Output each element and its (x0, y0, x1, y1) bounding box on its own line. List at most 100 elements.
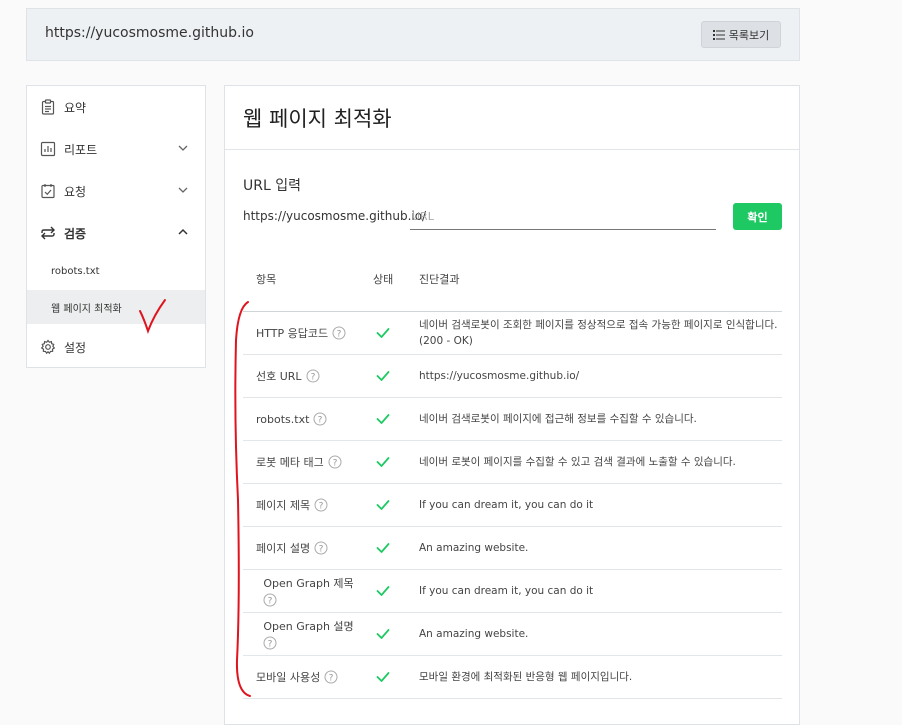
row-item-cell: 선호 URL? (256, 355, 361, 397)
url-input[interactable] (410, 203, 716, 230)
table-row: 페이지 제목? If you can dream it, you can do i… (243, 484, 782, 527)
site-header: https://yucosmosme.github.io 목록보기 (26, 8, 800, 61)
row-item-label: HTTP 응답코드 (256, 327, 329, 340)
sidebar-item-label: 요약 (64, 100, 87, 115)
sidebar-item-request[interactable]: 요청 (27, 170, 205, 212)
column-header-status: 상태 (373, 273, 394, 286)
row-result: If you can dream it, you can do it (419, 498, 594, 511)
divider (225, 149, 799, 150)
row-result: If you can dream it, you can do it (419, 584, 594, 597)
help-icon[interactable]: ? (313, 412, 327, 426)
row-item-label: 페이지 제목 (256, 499, 311, 512)
help-icon[interactable]: ? (332, 326, 346, 340)
sidebar-item-label: 검증 (64, 226, 87, 241)
status-check-icon (376, 656, 390, 698)
table-row: 모바일 사용성? 모바일 환경에 최적화된 반응형 웹 페이지입니다. (243, 656, 782, 699)
sidebar-item-label: 설정 (64, 340, 87, 355)
chevron-down-icon[interactable] (177, 142, 189, 154)
status-check-icon (376, 613, 390, 655)
row-result: 네이버 로봇이 페이지를 수집할 수 있고 검색 결과에 노출할 수 있습니다. (419, 455, 736, 468)
bar-chart-icon (40, 141, 56, 157)
row-item-cell: robots.txt? (256, 398, 361, 440)
svg-text:?: ? (268, 639, 273, 649)
status-check-icon (376, 312, 390, 354)
help-icon[interactable]: ? (324, 670, 338, 684)
checklist-icon (40, 183, 56, 199)
status-check-icon (376, 441, 390, 483)
row-item-label: 선호 URL (256, 370, 302, 383)
row-result: An amazing website. (419, 627, 529, 640)
annotation-checkmark (139, 299, 166, 334)
main-panel: 웹 페이지 최적화 URL 입력 https://yucosmosme.gith… (224, 85, 800, 725)
row-item-label: 페이지 설명 (256, 542, 311, 555)
status-check-icon (376, 570, 390, 612)
svg-text:?: ? (319, 501, 324, 511)
row-result: https://yucosmosme.github.io/ (419, 369, 580, 382)
row-result: An amazing website. (419, 541, 529, 554)
sidebar-subitem-label: 웹 페이지 최적화 (51, 303, 122, 315)
chevron-up-icon[interactable] (177, 226, 189, 238)
table-row: Open Graph 제목? If you can dream it, you c… (243, 570, 782, 613)
annotation-bracket (234, 301, 251, 697)
row-item-cell: 페이지 제목? (256, 484, 361, 526)
sidebar-subitem-label: robots.txt (51, 265, 100, 277)
site-url: https://yucosmosme.github.io (45, 25, 254, 41)
sidebar-item-report[interactable]: 리포트 (27, 128, 205, 170)
help-icon[interactable]: ? (328, 455, 342, 469)
svg-text:?: ? (329, 673, 334, 683)
status-check-icon (376, 527, 390, 569)
url-prefix: https://yucosmosme.github.io/ (243, 209, 427, 223)
table-row: 페이지 설명? An amazing website. (243, 527, 782, 570)
sidebar-subitem-robots[interactable]: robots.txt (27, 254, 205, 288)
list-icon (712, 29, 725, 40)
sidebar-item-verify[interactable]: 검증 (27, 212, 205, 254)
table-row: 로봇 메타 태그? 네이버 로봇이 페이지를 수집할 수 있고 검색 결과에 노출… (243, 441, 782, 484)
help-icon[interactable]: ? (263, 636, 277, 650)
column-header-result: 진단결과 (419, 273, 460, 286)
row-item-label: 로봇 메타 태그 (256, 456, 324, 469)
svg-text:?: ? (332, 458, 337, 468)
row-item-label: Open Graph 제목 (263, 577, 354, 590)
svg-text:?: ? (337, 329, 342, 339)
row-item-label: robots.txt (256, 412, 310, 426)
list-view-label: 목록보기 (728, 28, 770, 42)
row-item-label: Open Graph 설명 (263, 620, 354, 633)
help-icon[interactable]: ? (263, 593, 277, 607)
url-section-label: URL 입력 (243, 178, 301, 194)
row-item-cell: Open Graph 제목? (256, 570, 361, 612)
status-check-icon (376, 355, 390, 397)
row-item-cell: 로봇 메타 태그? (256, 441, 361, 483)
column-header-item: 항목 (256, 273, 277, 286)
gear-icon (40, 339, 56, 355)
sidebar: 요약 리포트 요청 검증 robots.txt 웹 페이지 최적화 설정 (26, 85, 206, 368)
svg-text:?: ? (318, 415, 323, 425)
table-row: robots.txt? 네이버 검색로봇이 페이지에 접근해 정보를 수집할 수 … (243, 398, 782, 441)
sidebar-item-settings[interactable]: 설정 (27, 326, 205, 368)
row-item-label: 모바일 사용성 (256, 671, 321, 684)
svg-text:?: ? (310, 372, 315, 382)
confirm-button[interactable]: 확인 (733, 203, 782, 230)
page-title: 웹 페이지 최적화 (243, 107, 392, 131)
table-row: 선호 URL? https://yucosmosme.github.io/ (243, 355, 782, 398)
sidebar-subitem-web-optimization[interactable]: 웹 페이지 최적화 (27, 290, 205, 324)
help-icon[interactable]: ? (306, 369, 320, 383)
row-result: 모바일 환경에 최적화된 반응형 웹 페이지입니다. (419, 670, 633, 683)
status-check-icon (376, 484, 390, 526)
list-view-button[interactable]: 목록보기 (701, 21, 781, 48)
swap-arrows-icon (40, 225, 56, 241)
sidebar-item-label: 리포트 (64, 142, 98, 157)
status-check-icon (376, 398, 390, 440)
svg-text:?: ? (268, 596, 273, 606)
table-row: HTTP 응답코드? 네이버 검색로봇이 조회한 페이지를 정상적으로 접속 가능… (243, 312, 782, 355)
row-result: 네이버 검색로봇이 페이지에 접근해 정보를 수집할 수 있습니다. (419, 412, 697, 425)
chevron-down-icon[interactable] (177, 184, 189, 196)
row-result: 네이버 검색로봇이 조회한 페이지를 정상적으로 접속 가능한 페이지로 인식합… (419, 318, 778, 347)
row-item-cell: Open Graph 설명? (256, 613, 361, 655)
sidebar-item-summary[interactable]: 요약 (27, 86, 205, 128)
svg-text:?: ? (319, 544, 324, 554)
sidebar-item-label: 요청 (64, 184, 87, 199)
help-icon[interactable]: ? (314, 541, 328, 555)
row-item-cell: 모바일 사용성? (256, 656, 361, 698)
help-icon[interactable]: ? (314, 498, 328, 512)
clipboard-icon (40, 99, 56, 115)
